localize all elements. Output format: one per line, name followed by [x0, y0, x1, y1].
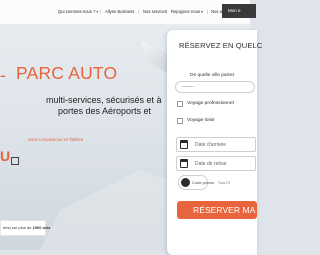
option-pro-label: Voyage professionnel: [187, 101, 234, 106]
nav-separator: |: [100, 9, 102, 14]
nav-item-qui-sommes-nous[interactable]: Qui sommes-nous ?▾: [58, 9, 98, 14]
reviews-count: 1900 avis: [32, 225, 51, 230]
chevron-down-icon: ▾: [201, 10, 203, 14]
promo-icon: [181, 178, 190, 187]
nav-item-rejoignez-nous[interactable]: Rejoignez-nous▾: [171, 9, 203, 14]
hero-subline: eurs convaincus et fidèles: [28, 138, 84, 143]
calendar-icon: [11, 157, 19, 165]
reserve-button[interactable]: RÉSERVER MA: [177, 201, 257, 219]
arrival-date-field[interactable]: Date d'arrivée: [176, 137, 256, 152]
promo-label: Code promo: [192, 180, 215, 185]
hero-letter: U: [0, 148, 11, 164]
title-dash: -: [0, 65, 7, 85]
return-date-field[interactable]: Date de retour: [176, 156, 256, 171]
return-date-placeholder: Date de retour: [195, 161, 227, 167]
nav-item-nos-services[interactable]: Nos services: [143, 9, 167, 14]
booking-question: De quelle ville partez: [190, 73, 235, 78]
checkbox[interactable]: [177, 101, 183, 107]
hero-title-text: PARC AUTO: [16, 63, 118, 83]
chevron-down-icon: ▾: [96, 10, 99, 14]
hero-desc-line-1: multi-services, sécurisés et à: [46, 95, 162, 105]
option-leisure-label: Voyage loisir: [187, 118, 215, 123]
booking-title: RÉSERVEZ EN QUELC: [179, 41, 263, 50]
calendar-icon: [180, 140, 188, 149]
nav-separator: |: [138, 9, 140, 14]
reviews-badge: ées) sur plus de 1900 avis: [0, 220, 50, 236]
nav-separator: |: [207, 9, 209, 14]
checkbox[interactable]: [177, 118, 183, 124]
departure-city-select[interactable]: -------: [175, 81, 255, 93]
calendar-icon: [180, 159, 188, 168]
departure-city-value: -------: [182, 84, 194, 90]
top-navigation: Qui sommes-nous ?▾ | Allyse Business | N…: [0, 0, 256, 24]
reviews-text: ées) sur plus de: [3, 225, 33, 230]
arrival-date-placeholder: Date d'arrivée: [195, 142, 226, 148]
promo-code-toggle[interactable]: Code promo: [178, 175, 214, 190]
hero-desc-line-2: portes des Aéroports et: [58, 106, 152, 116]
promo-note: Tous l'O: [218, 181, 231, 185]
nav-separator: |: [166, 9, 168, 14]
nav-item-allyse-business[interactable]: Allyse Business: [105, 9, 134, 14]
account-button[interactable]: Mon e: [222, 4, 256, 18]
